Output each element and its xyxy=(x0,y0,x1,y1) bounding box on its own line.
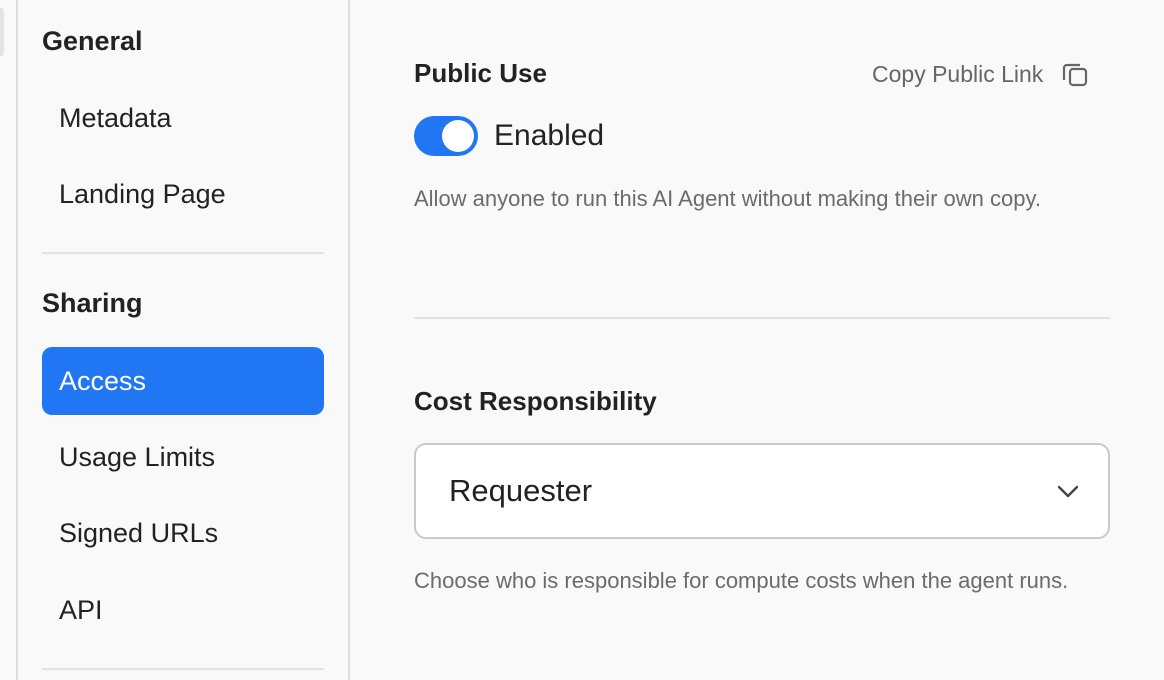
public-use-toggle-row: Enabled xyxy=(414,114,604,158)
section-title-sharing: Sharing xyxy=(42,288,143,318)
sidebar-item-usage-limits[interactable]: Usage Limits xyxy=(42,423,324,491)
public-use-title: Public Use xyxy=(414,58,547,88)
copy-public-link-button[interactable]: Copy Public Link xyxy=(872,58,1089,90)
public-use-toggle[interactable] xyxy=(414,116,478,156)
left-edge-strip xyxy=(0,0,18,680)
sidebar-item-metadata[interactable]: Metadata xyxy=(42,84,324,152)
toggle-knob xyxy=(442,120,474,152)
select-value: Requester xyxy=(449,473,593,508)
access-settings-panel: Public Use Copy Public Link Enabled Allo… xyxy=(350,0,1164,680)
sidebar-item-landing-page[interactable]: Landing Page xyxy=(42,160,324,228)
section-divider xyxy=(414,317,1110,319)
sidebar-item-signed-urls[interactable]: Signed URLs xyxy=(42,499,324,567)
chevron-down-icon xyxy=(1054,477,1082,505)
sidebar-item-access[interactable]: Access xyxy=(42,347,324,415)
copy-icon xyxy=(1061,60,1089,88)
cost-responsibility-title: Cost Responsibility xyxy=(414,386,657,416)
copy-public-link-label: Copy Public Link xyxy=(872,60,1044,87)
sidebar-item-api[interactable]: API xyxy=(42,576,324,644)
cost-responsibility-help-text: Choose who is responsible for compute co… xyxy=(414,568,1069,593)
public-use-help-text: Allow anyone to run this AI Agent withou… xyxy=(414,186,1041,211)
sidebar-divider xyxy=(42,668,324,670)
edge-tab[interactable] xyxy=(0,8,4,56)
sidebar-divider xyxy=(42,252,324,254)
section-title-general: General xyxy=(42,26,143,56)
toggle-label: Enabled xyxy=(494,119,605,152)
settings-sidebar: General Metadata Landing Page Sharing Ac… xyxy=(18,0,350,680)
cost-responsibility-select[interactable]: Requester xyxy=(414,443,1110,539)
settings-page: General Metadata Landing Page Sharing Ac… xyxy=(0,0,1164,680)
